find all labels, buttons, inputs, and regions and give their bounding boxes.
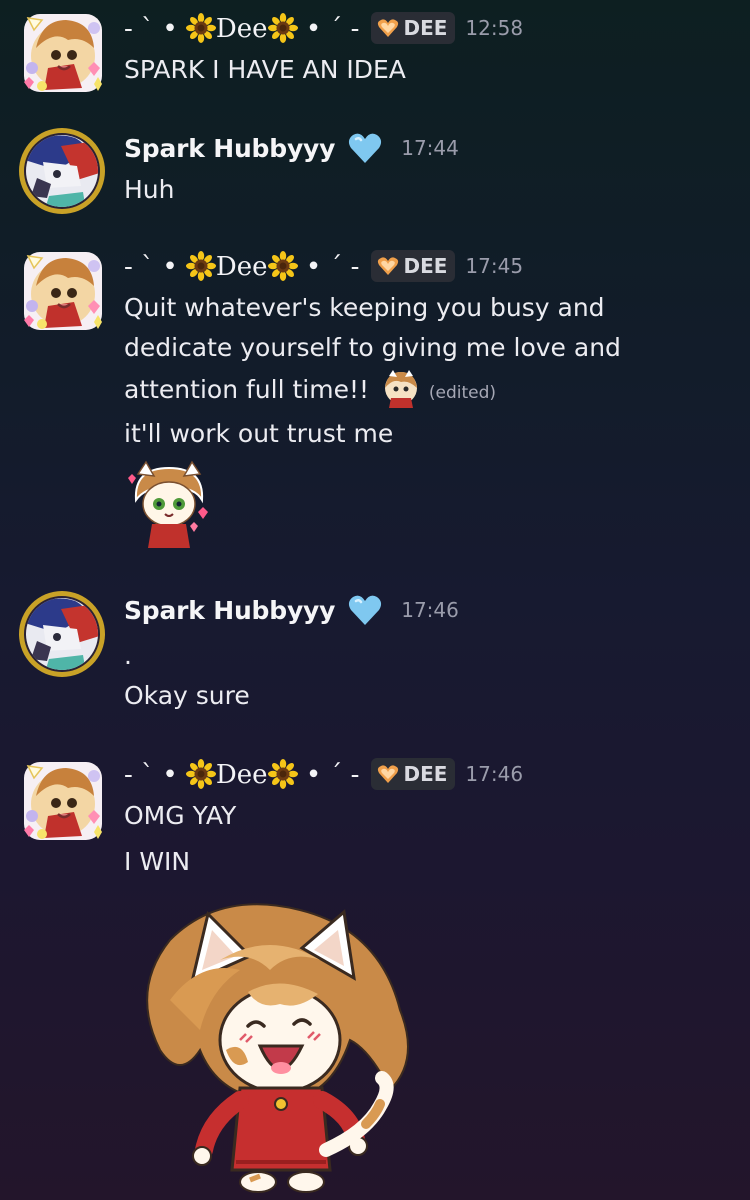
username-dee[interactable]: - ` • Dee • ´ - bbox=[124, 758, 359, 790]
role-tag[interactable]: DEE bbox=[371, 12, 456, 44]
message-5: - ` • Dee • ´ - DEE 17:46 OMG YAY I WIN bbox=[0, 748, 750, 1200]
username-spark[interactable]: Spark Hubbyyy bbox=[124, 596, 335, 625]
avatar-dee[interactable] bbox=[18, 8, 108, 98]
cat-girl-emoji[interactable] bbox=[381, 368, 421, 408]
avatar-spark[interactable] bbox=[17, 126, 107, 216]
username-dee[interactable]: - ` • Dee • ´ - bbox=[124, 250, 359, 282]
avatar-dee[interactable] bbox=[18, 756, 108, 846]
message-1: - ` • Dee • ´ - DEE 12:58 SPARK I HAVE A… bbox=[0, 0, 750, 110]
orange-heart-icon bbox=[378, 257, 399, 275]
role-tag[interactable]: DEE bbox=[371, 250, 456, 282]
sunflower-icon bbox=[267, 250, 298, 281]
username-spark[interactable]: Spark Hubbyyy bbox=[124, 134, 335, 163]
tag-label: DEE bbox=[403, 16, 448, 40]
tag-label: DEE bbox=[403, 254, 448, 278]
message-4: Spark Hubbyyy 17:46 . Okay sure bbox=[0, 580, 750, 730]
message-text-line: . bbox=[124, 641, 132, 670]
blue-heart-icon bbox=[349, 595, 382, 625]
message-text: attention full time!! bbox=[124, 375, 369, 404]
timestamp: 17:45 bbox=[465, 254, 524, 278]
tag-label: DEE bbox=[403, 762, 448, 786]
blue-heart-icon bbox=[349, 133, 382, 163]
message-text-line: Okay sure bbox=[124, 681, 250, 710]
message-text-line: OMG YAY bbox=[124, 801, 237, 830]
avatar-spark[interactable] bbox=[17, 589, 107, 679]
message-text: Huh bbox=[124, 175, 175, 204]
message-header: - ` • Dee • ´ - DEE 17:45 bbox=[124, 246, 523, 286]
orange-heart-icon bbox=[378, 765, 399, 783]
message-text-line-with-emoji: attention full time!! (edited) bbox=[124, 368, 496, 413]
message-header: Spark Hubbyyy 17:44 bbox=[124, 128, 459, 168]
message-text-line: it'll work out trust me bbox=[124, 419, 394, 448]
sunflower-icon bbox=[185, 758, 216, 789]
edited-label: (edited) bbox=[428, 383, 497, 403]
message-text-line: dedicate yourself to giving me love and bbox=[124, 333, 621, 362]
message-2: Spark Hubbyyy 17:44 Huh bbox=[0, 118, 750, 218]
message-header: - ` • Dee • ´ - DEE 12:58 bbox=[124, 8, 523, 48]
sunflower-icon bbox=[267, 12, 298, 43]
avatar-dee[interactable] bbox=[18, 246, 108, 336]
timestamp: 17:46 bbox=[465, 762, 524, 786]
orange-heart-icon bbox=[378, 19, 399, 37]
message-text-line: Quit whatever's keeping you busy and bbox=[124, 293, 605, 322]
message-text-line: I WIN bbox=[124, 847, 191, 876]
timestamp: 17:44 bbox=[401, 136, 459, 160]
username-dee[interactable]: - ` • Dee • ´ - bbox=[124, 12, 359, 44]
message-header: Spark Hubbyyy 17:46 bbox=[124, 590, 459, 630]
cat-girl-cheering-sticker[interactable] bbox=[130, 900, 420, 1200]
message-3: - ` • Dee • ´ - DEE 17:45 Quit whatever'… bbox=[0, 240, 750, 560]
timestamp: 17:46 bbox=[401, 598, 459, 622]
cat-girl-hearts-sticker[interactable] bbox=[124, 460, 214, 552]
role-tag[interactable]: DEE bbox=[371, 758, 456, 790]
sunflower-icon bbox=[185, 12, 216, 43]
sunflower-icon bbox=[185, 250, 216, 281]
message-header: - ` • Dee • ´ - DEE 17:46 bbox=[124, 754, 523, 794]
message-text: SPARK I HAVE AN IDEA bbox=[124, 55, 406, 84]
sunflower-icon bbox=[267, 758, 298, 789]
timestamp: 12:58 bbox=[465, 16, 524, 40]
